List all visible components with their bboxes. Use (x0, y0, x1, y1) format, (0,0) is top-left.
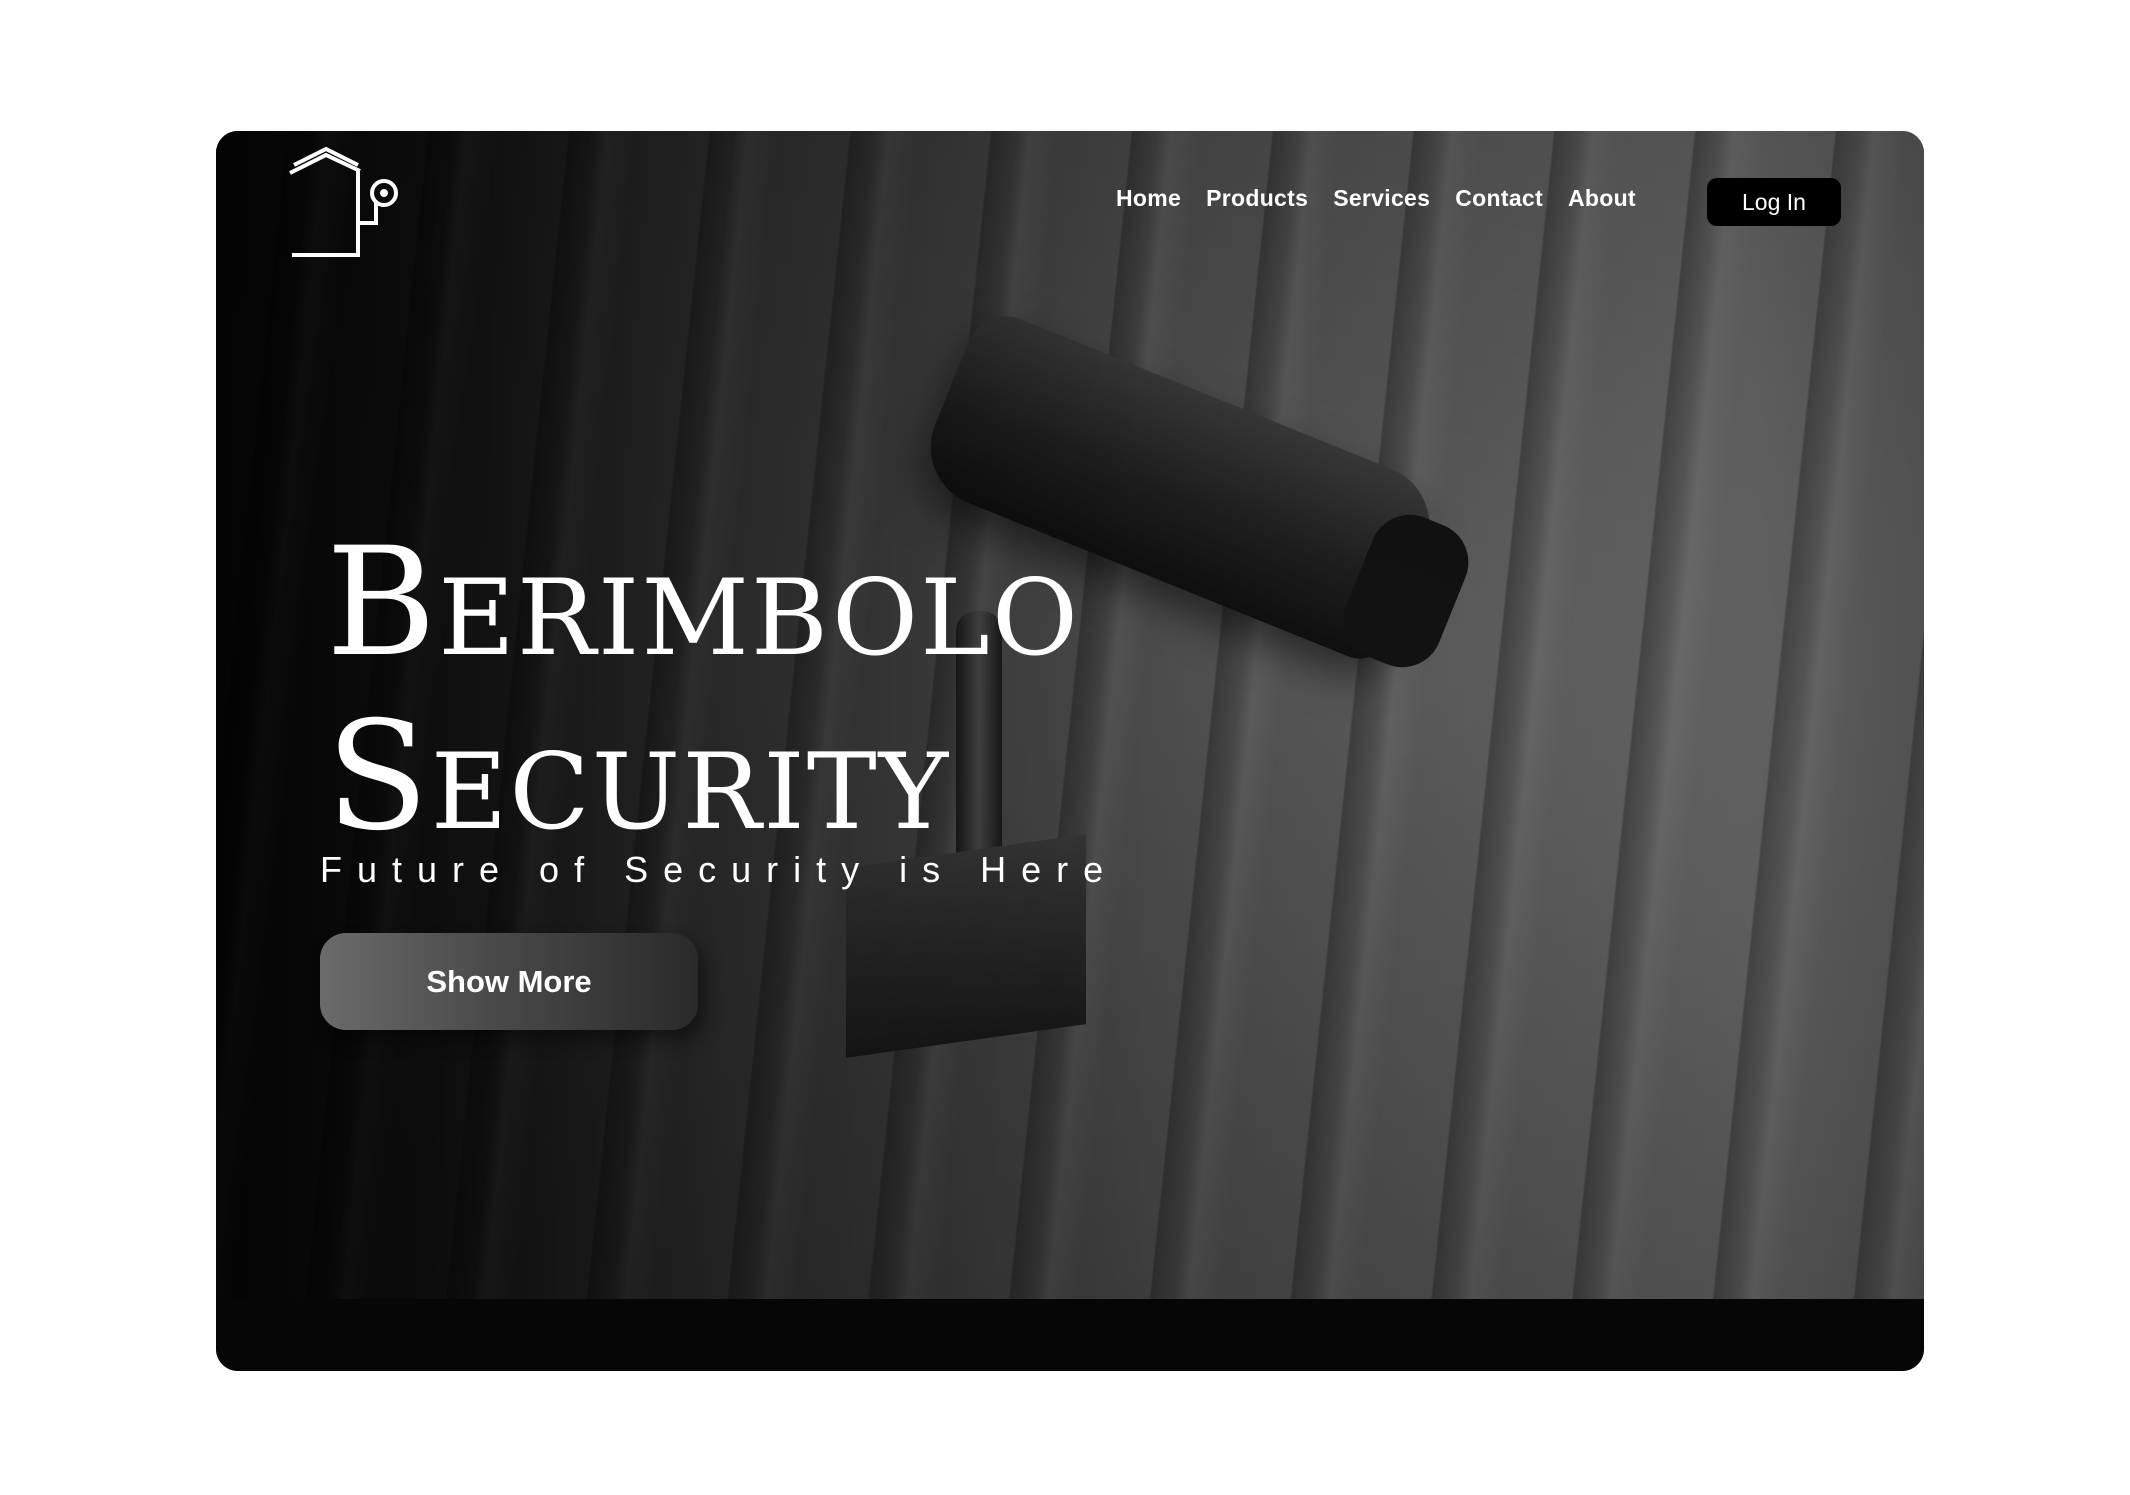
hero-title-line-2: Security (326, 690, 951, 864)
show-more-button[interactable]: Show More (320, 933, 698, 1030)
hero-subtitle: Future of Security is Here (320, 849, 1119, 890)
nav-contact[interactable]: Contact (1455, 185, 1543, 212)
main-nav: Home Products Services Contact About (1116, 185, 1636, 212)
login-button[interactable]: Log In (1707, 178, 1841, 226)
nav-services[interactable]: Services (1333, 185, 1430, 212)
nav-home[interactable]: Home (1116, 185, 1181, 212)
nav-about[interactable]: About (1568, 185, 1636, 212)
nav-products[interactable]: Products (1206, 185, 1308, 212)
hero-title: Berimbolo Security (326, 516, 1080, 864)
hero-frame: Home Products Services Contact About Log… (216, 131, 1924, 1371)
house-camera-icon[interactable] (288, 143, 408, 263)
bottom-band (216, 1299, 1924, 1371)
hero-title-line-1: Berimbolo (326, 516, 1080, 690)
